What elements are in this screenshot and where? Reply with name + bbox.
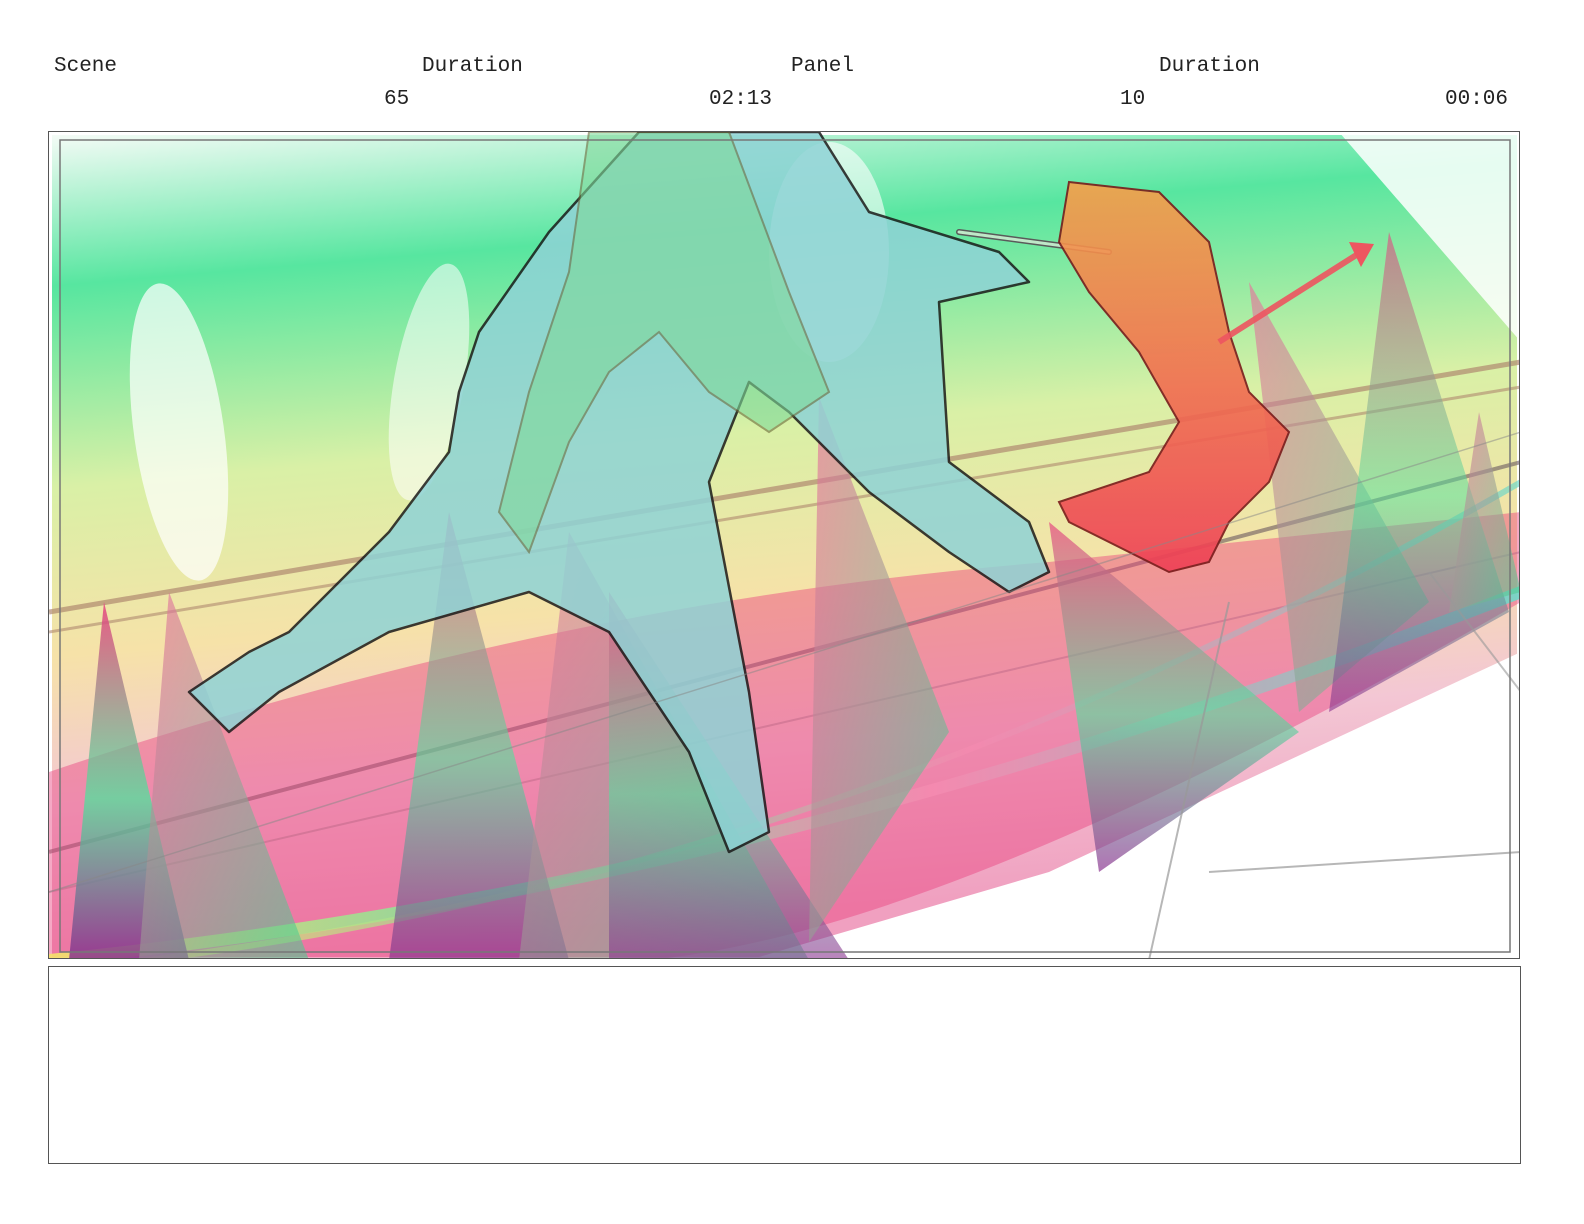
storyboard-panel <box>48 131 1520 959</box>
panel-number-value: 10 <box>1120 88 1146 111</box>
panel-label: Panel <box>791 55 855 78</box>
scene-duration-value: 02:13 <box>709 88 773 111</box>
scene-duration-label: Duration <box>422 55 523 78</box>
panel-artwork <box>49 132 1519 958</box>
notes-text <box>49 967 1520 987</box>
scene-label: Scene <box>54 55 118 78</box>
panel-duration-label: Duration <box>1159 55 1260 78</box>
notes-box[interactable] <box>48 966 1521 1164</box>
scene-number-value: 65 <box>384 88 410 111</box>
panel-duration-value: 00:06 <box>1445 88 1509 111</box>
